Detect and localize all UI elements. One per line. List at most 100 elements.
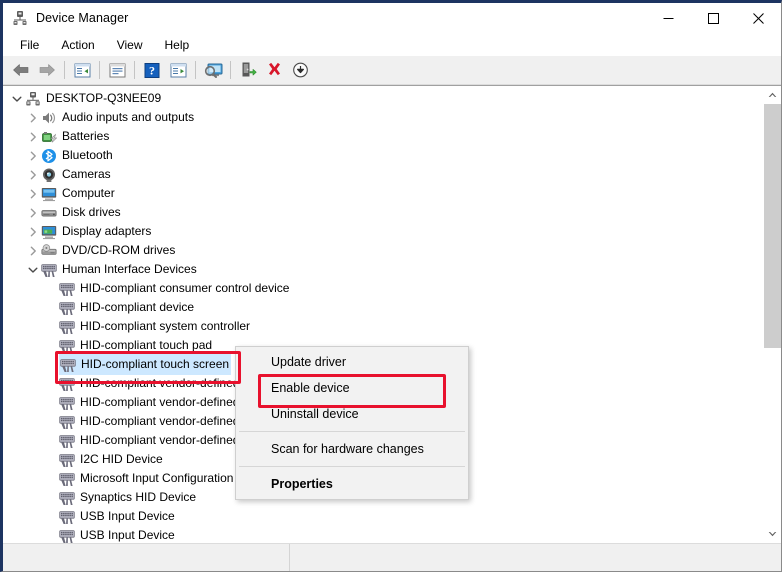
context-menu-separator: [239, 431, 465, 432]
battery-icon: [41, 129, 58, 145]
tree-item-content[interactable]: DESKTOP-Q3NEE09: [25, 89, 161, 108]
speaker-icon: [41, 110, 57, 126]
forward-icon[interactable]: [34, 58, 60, 82]
menu-bar: File Action View Help: [3, 33, 781, 56]
tree-item-content[interactable]: I2C HID Device: [59, 450, 163, 469]
tree-item-content[interactable]: HID-compliant consumer control device: [59, 279, 289, 298]
monitor-icon: [41, 186, 57, 202]
chevron-right-icon[interactable]: [25, 184, 41, 203]
tree-item-label: DVD/CD-ROM drives: [62, 243, 176, 257]
toolbar-separator: [230, 61, 231, 79]
properties-icon[interactable]: [104, 58, 130, 82]
uninstall-device-icon[interactable]: [261, 58, 287, 82]
content-area: DESKTOP-Q3NEE09 Audio inputs and outputs B…: [3, 85, 781, 543]
tree-item[interactable]: USB Input Device: [3, 526, 763, 543]
menu-help[interactable]: Help: [154, 35, 201, 55]
tree-item[interactable]: HID-compliant system controller: [3, 317, 763, 336]
tree-item[interactable]: Disk drives: [3, 203, 763, 222]
device-tree-panel[interactable]: DESKTOP-Q3NEE09 Audio inputs and outputs B…: [3, 86, 763, 543]
title-bar[interactable]: Device Manager: [3, 3, 781, 33]
menu-view[interactable]: View: [106, 35, 154, 55]
tree-item-content[interactable]: Audio inputs and outputs: [41, 108, 194, 127]
tree-item-content[interactable]: USB Input Device: [59, 526, 175, 543]
tree-item[interactable]: HID-compliant consumer control device: [3, 279, 763, 298]
tree-item-content[interactable]: DVD/CD-ROM drives: [41, 241, 175, 260]
chevron-down-icon[interactable]: [25, 260, 41, 279]
hid-icon: [59, 509, 75, 525]
tree-item-content[interactable]: Computer: [41, 184, 115, 203]
menu-file[interactable]: File: [9, 35, 50, 55]
scroll-up-arrow-icon[interactable]: [764, 86, 781, 104]
tree-item-content[interactable]: Disk drives: [41, 203, 121, 222]
tree-item-label: Audio inputs and outputs: [62, 110, 195, 124]
scan-for-hardware-changes-icon[interactable]: [200, 58, 226, 82]
chevron-right-icon[interactable]: [25, 203, 41, 222]
tree-item-label: Batteries: [62, 129, 110, 143]
tree-item[interactable]: Batteries: [3, 127, 763, 146]
chevron-down-icon[interactable]: [9, 89, 25, 108]
chevron-right-icon[interactable]: [25, 146, 41, 165]
context-menu[interactable]: Update driver Enable device Uninstall devi…: [235, 346, 469, 500]
tree-item[interactable]: HID-compliant device: [3, 298, 763, 317]
tree-item[interactable]: DESKTOP-Q3NEE09: [3, 89, 763, 108]
chevron-right-icon[interactable]: [25, 241, 41, 260]
tree-item[interactable]: USB Input Device: [3, 507, 763, 526]
tree-item-content[interactable]: Bluetooth: [41, 146, 113, 165]
tree-item-content[interactable]: HID-compliant touch pad: [59, 336, 212, 355]
tree-item-content[interactable]: Cameras: [41, 165, 111, 184]
tree-item[interactable]: Computer: [3, 184, 763, 203]
disk-drive-icon: [41, 205, 57, 221]
bluetooth-icon: [41, 148, 57, 164]
tree-item[interactable]: Display adapters: [3, 222, 763, 241]
tree-item[interactable]: Audio inputs and outputs: [3, 108, 763, 127]
tree-item-content[interactable]: Display adapters: [41, 222, 151, 241]
context-menu-item-label: Update driver: [271, 355, 347, 369]
update-driver-icon[interactable]: [165, 58, 191, 82]
tree-item-label: HID-compliant touch pad: [80, 338, 213, 352]
tree-item-content[interactable]: Batteries: [41, 127, 109, 146]
context-menu-item-label: Uninstall device: [271, 407, 359, 421]
back-icon[interactable]: [8, 58, 34, 82]
close-button[interactable]: [736, 3, 781, 33]
menu-action[interactable]: Action: [50, 35, 105, 55]
tree-item-content[interactable]: USB Input Device: [59, 507, 175, 526]
context-menu-item-uninstall-device[interactable]: Uninstall device: [236, 401, 468, 427]
tree-item[interactable]: DVD/CD-ROM drives: [3, 241, 763, 260]
tree-item-label: Bluetooth: [62, 148, 113, 162]
tree-item-content[interactable]: Synaptics HID Device: [59, 488, 196, 507]
help-icon[interactable]: ?: [139, 58, 165, 82]
context-menu-separator: [239, 466, 465, 467]
tree-item[interactable]: Human Interface Devices: [3, 260, 763, 279]
chevron-right-icon[interactable]: [25, 222, 41, 241]
scrollbar-thumb[interactable]: [764, 104, 781, 349]
context-menu-item-properties[interactable]: Properties: [236, 471, 468, 497]
show-hide-console-tree-icon[interactable]: [69, 58, 95, 82]
toolbar: ?: [3, 56, 781, 85]
computer-root-icon: [25, 91, 41, 107]
hid-icon: [59, 433, 75, 449]
scrollbar-track[interactable]: [764, 104, 781, 525]
context-menu-item-scan-for-hardware-changes[interactable]: Scan for hardware changes: [236, 436, 468, 462]
chevron-right-icon[interactable]: [25, 127, 41, 146]
tree-item-content[interactable]: HID-compliant device: [59, 298, 194, 317]
chevron-right-icon[interactable]: [25, 165, 41, 184]
context-menu-item-update-driver[interactable]: Update driver: [236, 349, 468, 375]
tree-item-content[interactable]: HID-compliant system controller: [59, 317, 250, 336]
tree-item[interactable]: Cameras: [3, 165, 763, 184]
scroll-down-arrow-icon[interactable]: [764, 525, 781, 543]
tree-item-label: DESKTOP-Q3NEE09: [46, 91, 162, 105]
minimize-button[interactable]: [646, 3, 691, 33]
tree-item-content[interactable]: HID-compliant touch screen: [59, 354, 232, 375]
disable-device-icon[interactable]: [287, 58, 313, 82]
context-menu-item-enable-device[interactable]: Enable device: [236, 375, 468, 401]
enable-device-icon[interactable]: [235, 58, 261, 82]
tree-item[interactable]: Bluetooth: [3, 146, 763, 165]
tree-item-label: Display adapters: [62, 224, 152, 238]
maximize-button[interactable]: [691, 3, 736, 33]
window-title: Device Manager: [36, 11, 129, 25]
chevron-right-icon[interactable]: [25, 108, 41, 127]
tree-item-label: HID-compliant touch screen: [81, 357, 230, 371]
tree-item-content[interactable]: Human Interface Devices: [41, 260, 197, 279]
tree-item-label: Human Interface Devices: [62, 262, 197, 276]
vertical-scrollbar[interactable]: [763, 86, 781, 543]
